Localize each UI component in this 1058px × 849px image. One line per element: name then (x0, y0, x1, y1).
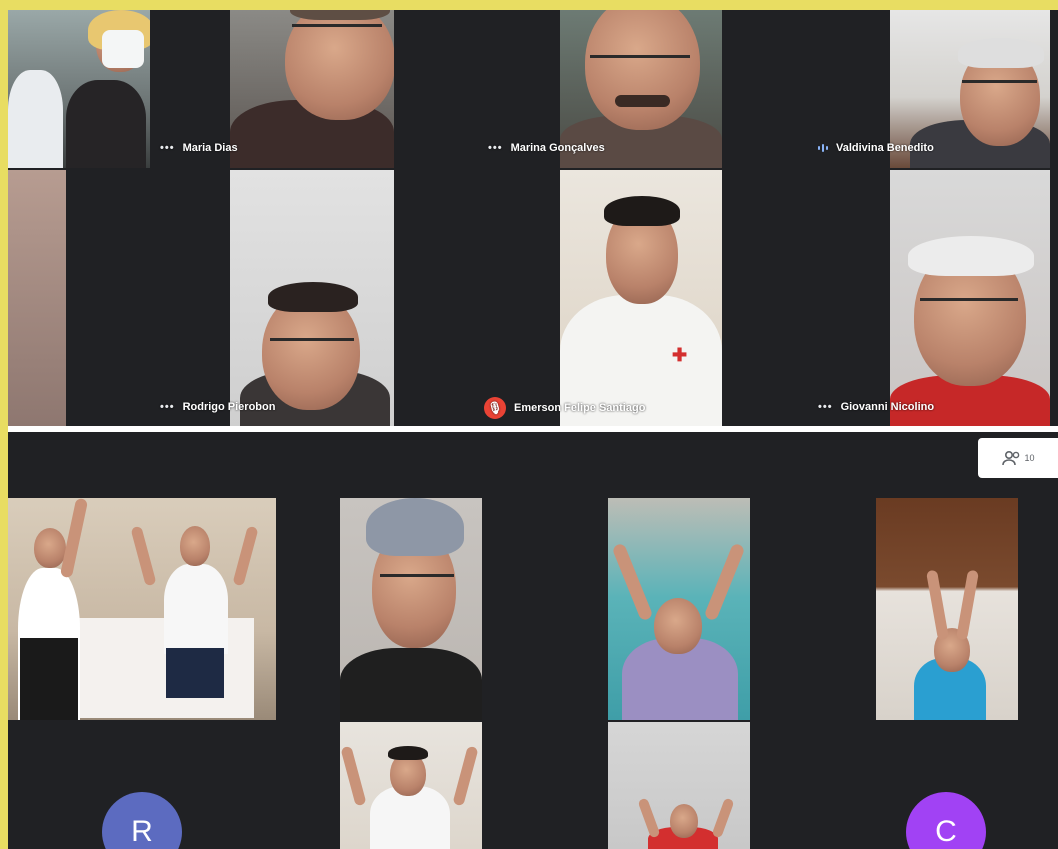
mic-off-icon[interactable]: 🎙 (484, 397, 506, 419)
more-options-icon[interactable]: ••• (160, 142, 175, 154)
participant-name: Maria Dias (182, 142, 238, 154)
avatar-letter: C (935, 815, 957, 848)
face-mask (102, 30, 144, 68)
participant-video-tile[interactable]: ✚ (560, 170, 722, 426)
participant-name-tag: ••• Marina Gonçalves (488, 142, 605, 154)
more-options-icon[interactable]: ••• (160, 401, 175, 413)
participant-name-tag: 🎙 Emerson Felipe Santiago (484, 397, 645, 419)
participant-video-tile[interactable] (340, 498, 482, 720)
participant-name: Marina Gonçalves (510, 142, 605, 154)
participant-name-tag: ••• Rodrigo Pierobon (160, 401, 275, 413)
participant-name: Valdivina Benedito (836, 142, 934, 154)
participant-name-tag: ••• Giovanni Nicolino (818, 401, 934, 413)
participant-name: Giovanni Nicolino (840, 401, 935, 413)
participant-name-tag: Valdivina Benedito (818, 142, 934, 154)
top-meeting-grid: ••• Maria Dias ••• Marina Gonçalves Vald… (8, 10, 1058, 426)
avatar-letter: R (131, 815, 153, 848)
participant-video-tile[interactable] (8, 170, 66, 426)
participant-count: 10 (1024, 453, 1035, 463)
participant-video-tile[interactable] (876, 498, 1018, 720)
people-icon (1002, 450, 1020, 466)
participant-video-tile[interactable] (230, 10, 394, 168)
participant-video-tile[interactable] (890, 170, 1050, 426)
more-options-icon[interactable]: ••• (818, 401, 833, 413)
participant-name: Rodrigo Pierobon (182, 401, 276, 413)
bottom-meeting-grid: 10 R C (8, 432, 1058, 849)
shorts (166, 648, 224, 698)
participants-button[interactable]: 10 (978, 438, 1058, 478)
participant-video-tile[interactable] (8, 498, 276, 720)
caritas-logo: ✚ (672, 345, 688, 365)
participant-video-tile[interactable] (8, 10, 150, 168)
participant-avatar[interactable]: C (906, 792, 986, 849)
participant-video-tile[interactable] (340, 722, 482, 849)
speaking-indicator-icon (818, 144, 828, 152)
participant-video-tile[interactable] (608, 722, 750, 849)
participant-name: Emerson Felipe Santiago (514, 402, 646, 414)
more-options-icon[interactable]: ••• (488, 142, 503, 154)
pants (20, 638, 78, 720)
participant-avatar[interactable]: R (102, 792, 182, 849)
mustache (615, 95, 670, 107)
participant-video-tile[interactable] (230, 170, 394, 426)
participant-name-tag: ••• Maria Dias (160, 142, 238, 154)
participant-video-tile[interactable] (608, 498, 750, 720)
